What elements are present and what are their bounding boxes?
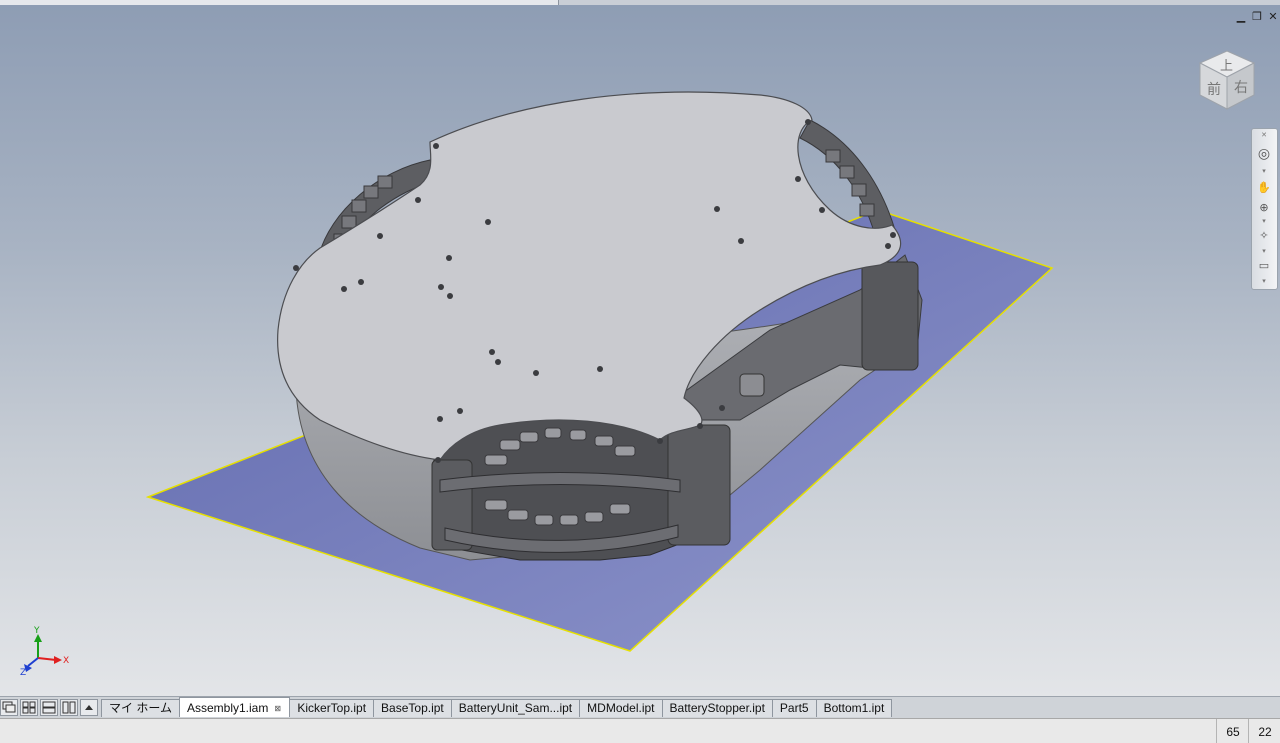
cascade-windows-icon[interactable] bbox=[0, 699, 18, 716]
tab-label: BatteryStopper.ipt bbox=[669, 701, 765, 715]
battery-stopper bbox=[739, 373, 765, 397]
tab-kickertop[interactable]: KickerTop.ipt bbox=[289, 699, 375, 717]
inventor-window: ▁ ❐ ✕ 上 前 右 ✕ ◎ ▾ ✋ ⊕ ▾ ✧ ▾ ▭ ▾ Y X Z マイ… bbox=[0, 0, 1280, 743]
zoom-icon[interactable]: ⊕ bbox=[1256, 201, 1272, 215]
tab-label: MDModel.ipt bbox=[587, 701, 655, 715]
axis-triad: Y X Z bbox=[18, 626, 78, 682]
x-axis-label: X bbox=[63, 656, 70, 666]
tile-horizontal-icon[interactable] bbox=[40, 699, 58, 716]
tab-label: Bottom1.ipt bbox=[823, 701, 885, 715]
tab-label: KickerTop.ipt bbox=[297, 701, 367, 715]
tab-part5[interactable]: Part5 bbox=[771, 699, 817, 717]
status-bar: 65 22 bbox=[0, 718, 1280, 743]
graphics-viewport[interactable]: ▁ ❐ ✕ 上 前 右 ✕ ◎ ▾ ✋ ⊕ ▾ ✧ ▾ ▭ ▾ Y X Z bbox=[0, 5, 1280, 696]
chevron-down-icon[interactable]: ▾ bbox=[1256, 167, 1272, 175]
close-tab-icon[interactable]: ⊠ bbox=[274, 705, 282, 713]
viewcube-top-face[interactable]: 上 bbox=[1220, 55, 1233, 74]
right-post bbox=[861, 261, 919, 371]
close-button[interactable]: ✕ bbox=[1266, 11, 1280, 23]
customize-icon[interactable]: ▾ bbox=[1256, 277, 1272, 285]
chevron-down-icon[interactable]: ▾ bbox=[1256, 217, 1272, 225]
tab-mdmodel[interactable]: MDModel.ipt bbox=[579, 699, 663, 717]
z-axis-label: Z bbox=[20, 668, 27, 678]
viewcube-front-face[interactable]: 前 bbox=[1207, 79, 1221, 99]
tab-label: Assembly1.iam bbox=[186, 701, 269, 715]
viewcube[interactable]: 上 前 右 bbox=[1194, 47, 1260, 113]
tab-label: BatteryUnit_Sam...ipt bbox=[458, 701, 573, 715]
tab-batteryunit[interactable]: BatteryUnit_Sam...ipt bbox=[450, 699, 581, 717]
tab-label: Part5 bbox=[779, 701, 809, 715]
viewcube-right-face[interactable]: 右 bbox=[1234, 77, 1248, 97]
tab-label: BaseTop.ipt bbox=[381, 701, 444, 715]
tile-windows-icon[interactable] bbox=[20, 699, 38, 716]
occurrences-count: 65 bbox=[1216, 719, 1249, 743]
restore-button[interactable]: ❐ bbox=[1250, 11, 1264, 23]
steering-wheel-icon[interactable]: ◎ bbox=[1256, 147, 1272, 161]
pan-icon[interactable]: ✋ bbox=[1256, 181, 1272, 195]
tab-assembly1[interactable]: Assembly1.iam ⊠ bbox=[178, 697, 291, 717]
tab-list-up-icon[interactable] bbox=[80, 699, 98, 716]
tab-label: マイ ホーム bbox=[109, 701, 172, 715]
tab-batterystopper[interactable]: BatteryStopper.ipt bbox=[661, 699, 773, 717]
orbit-icon[interactable]: ✧ bbox=[1256, 229, 1272, 243]
minimize-button[interactable]: ▁ bbox=[1234, 11, 1248, 23]
chevron-down-icon[interactable]: ▾ bbox=[1256, 247, 1272, 255]
tab-basetop[interactable]: BaseTop.ipt bbox=[373, 699, 452, 717]
look-at-icon[interactable]: ▭ bbox=[1256, 259, 1272, 273]
tab-bottom1[interactable]: Bottom1.ipt bbox=[815, 699, 893, 717]
y-axis-label: Y bbox=[34, 626, 40, 636]
open-documents-count: 22 bbox=[1248, 719, 1280, 743]
tile-vertical-icon[interactable] bbox=[60, 699, 78, 716]
navigation-bar: ✕ ◎ ▾ ✋ ⊕ ▾ ✧ ▾ ▭ ▾ bbox=[1251, 128, 1278, 290]
tab-my-home[interactable]: マイ ホーム bbox=[101, 699, 180, 717]
document-tabs: マイ ホーム Assembly1.iam ⊠ KickerTop.ipt Base… bbox=[101, 697, 893, 718]
model-scene[interactable] bbox=[0, 5, 1280, 696]
document-tab-bar: マイ ホーム Assembly1.iam ⊠ KickerTop.ipt Base… bbox=[0, 696, 1280, 719]
navbar-close-icon[interactable]: ✕ bbox=[1256, 131, 1272, 139]
